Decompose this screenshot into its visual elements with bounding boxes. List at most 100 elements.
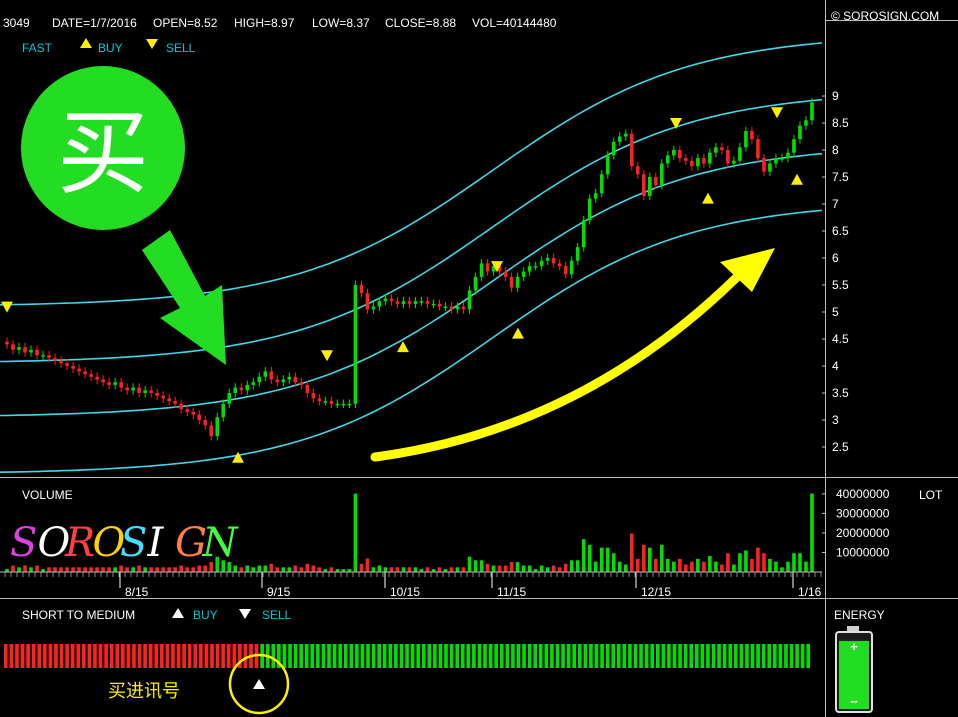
momentum-bar [82, 644, 86, 668]
volume-bar [191, 567, 196, 572]
chart-legend: FAST BUY SELL [22, 38, 196, 55]
momentum-bar [772, 644, 777, 668]
volume-bar [515, 562, 520, 572]
momentum-bar [522, 644, 526, 668]
momentum-bar [15, 644, 19, 668]
volume-bar [107, 567, 111, 572]
momentum-bar [154, 644, 159, 668]
candle-body [365, 293, 370, 310]
candle-body [173, 401, 178, 404]
volume-bar [569, 560, 574, 572]
volume-bar [11, 565, 15, 572]
candle-body [395, 301, 400, 304]
candle-body [59, 360, 63, 364]
momentum-bar [427, 644, 432, 668]
candle-body [245, 384, 250, 391]
candle-body [215, 417, 220, 437]
copyright-label: © SOROSIGN.COM [831, 9, 939, 23]
sell-signal-marker [670, 118, 682, 129]
quote-volume: VOL=40144480 [472, 16, 557, 30]
candle-body [287, 376, 292, 380]
candle-body [125, 387, 129, 391]
volume-bar [101, 567, 105, 572]
candle-body [509, 276, 514, 288]
candle-body [605, 155, 610, 175]
sorosign-logo: S OROS I GN [10, 520, 240, 566]
volume-bar [678, 558, 682, 572]
volume-bar [756, 547, 760, 572]
date-tick-label: 1/16 [798, 585, 822, 599]
candle-body [708, 152, 712, 164]
momentum-bar [761, 644, 766, 668]
volume-bar [65, 567, 69, 572]
momentum-bar [655, 644, 660, 668]
volume-bar [575, 560, 580, 572]
buy-signal-marker [791, 173, 803, 185]
candle-body [449, 306, 454, 310]
momentum-bar [360, 644, 365, 668]
momentum-bar [126, 644, 131, 668]
momentum-bar [622, 644, 627, 668]
volume-bar [137, 565, 141, 572]
candle-body [756, 139, 760, 159]
volume-bar [732, 564, 736, 572]
volume-bar [684, 564, 688, 572]
candle-body [77, 368, 81, 372]
momentum-bar [499, 644, 504, 668]
volume-bar [690, 561, 694, 572]
momentum-bar [745, 644, 749, 668]
volume-bar [305, 563, 310, 572]
volume-bar [23, 565, 27, 572]
candle-body [389, 298, 394, 302]
candle-body [678, 150, 682, 159]
candle-body [461, 306, 466, 310]
candle-body [738, 147, 742, 161]
legend-buy: BUY [98, 41, 123, 55]
sell-signal-marker [771, 107, 783, 119]
momentum-bar [472, 644, 476, 668]
volume-bar [71, 567, 75, 572]
volume-bar [83, 567, 87, 572]
date-axis: 8/15 9/15 10/15 11/15 12/15 1/16 [0, 571, 822, 599]
momentum-bar [644, 644, 649, 668]
candle-body [263, 371, 268, 377]
momentum-bar [683, 644, 688, 668]
momentum-bar [48, 644, 53, 668]
volume-bar [245, 565, 250, 572]
volume-bar [738, 553, 742, 572]
volume-bar [521, 565, 526, 572]
volume-tick-label: 40000000 [836, 487, 890, 501]
volume-bar [425, 567, 430, 572]
volume-bar [281, 567, 286, 572]
momentum-bar [332, 644, 337, 668]
volume-bar [17, 567, 21, 572]
momentum-bar [639, 644, 643, 668]
legend-fast: FAST [22, 41, 53, 55]
momentum-bar [98, 644, 103, 668]
volume-bar [551, 565, 556, 572]
price-tick-label: 7 [832, 197, 839, 211]
momentum-bar [550, 644, 554, 668]
sell-signal-marker [1, 301, 13, 313]
momentum-bar [165, 644, 170, 668]
candle-body [431, 303, 436, 306]
candle-body [305, 384, 310, 393]
volume-bar [197, 565, 202, 572]
energy-title: ENERGY [834, 608, 885, 622]
momentum-bar [460, 644, 465, 668]
momentum-bar [232, 644, 237, 668]
volume-bar [47, 567, 51, 572]
candle-body [569, 260, 574, 275]
candle-body [317, 398, 322, 402]
momentum-bar [316, 644, 320, 668]
momentum-bar [538, 644, 543, 668]
chart-window: 3049 DATE=1/7/2016 OPEN=8.52 HIGH=8.97 L… [0, 0, 958, 717]
momentum-bar [299, 644, 303, 668]
candle-body [732, 160, 736, 164]
candle-body [407, 301, 412, 304]
candle-body [311, 393, 316, 399]
momentum-bar [527, 644, 532, 668]
momentum-bar [37, 644, 42, 668]
momentum-bar [171, 644, 175, 668]
legend-sell: SELL [166, 41, 196, 55]
